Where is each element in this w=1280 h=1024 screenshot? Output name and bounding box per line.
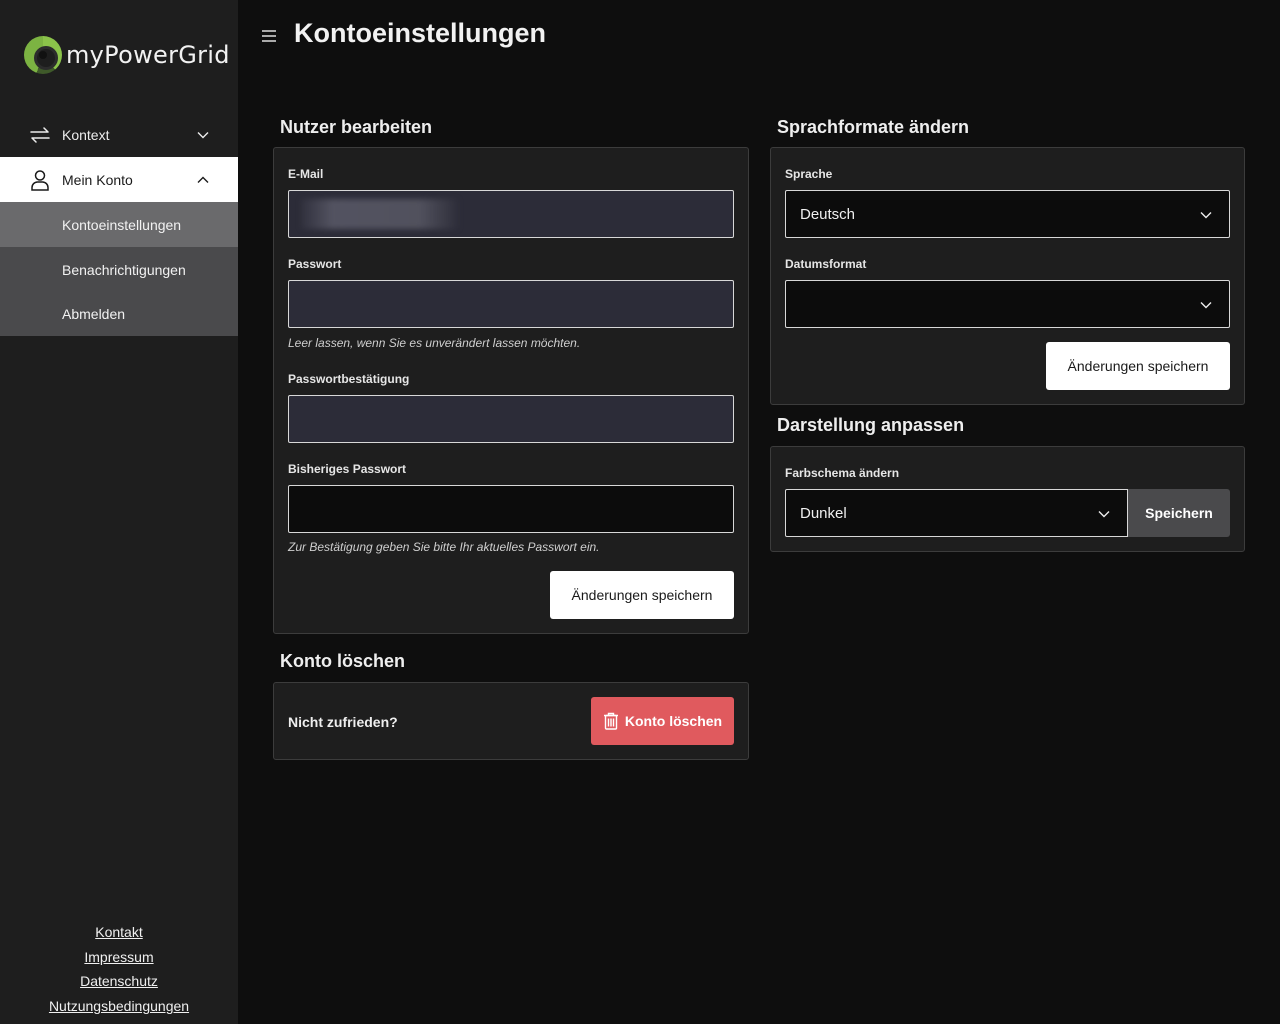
chevron-down-icon bbox=[1200, 212, 1212, 219]
color-scheme-value: Dunkel bbox=[800, 504, 847, 522]
sidebar: myPowerGrid Kontext Mein Konto Kontoeins… bbox=[0, 0, 238, 1024]
sidebar-subitem-notifications[interactable]: Benachrichtigungen bbox=[0, 247, 238, 292]
chevron-down-icon bbox=[1098, 511, 1110, 518]
language-select[interactable]: Deutsch bbox=[785, 190, 1230, 238]
footer-link-contact[interactable]: Kontakt bbox=[0, 920, 238, 945]
old-password-hint: Zur Bestätigung geben Sie bitte Ihr aktu… bbox=[288, 540, 600, 554]
sidebar-item-label: Kontext bbox=[62, 126, 110, 143]
footer-link-terms[interactable]: Nutzungsbedingungen bbox=[0, 994, 238, 1019]
date-format-label: Datumsformat bbox=[785, 257, 867, 271]
password-confirm-field[interactable] bbox=[288, 395, 734, 443]
edit-user-title: Nutzer bearbeiten bbox=[280, 117, 433, 137]
chevron-down-icon bbox=[1200, 302, 1212, 309]
appearance-card: Farbschema ändern Dunkel Speichern bbox=[770, 446, 1245, 552]
sidebar-item-account[interactable]: Mein Konto bbox=[0, 157, 238, 202]
email-label: E-Mail bbox=[288, 167, 324, 181]
save-scheme-button[interactable]: Speichern bbox=[1128, 489, 1230, 537]
redacted-email bbox=[301, 199, 459, 229]
old-password-label: Bisheriges Passwort bbox=[288, 462, 407, 476]
scheme-label: Farbschema ändern bbox=[785, 466, 900, 480]
user-icon bbox=[31, 170, 49, 191]
chevron-down-icon bbox=[197, 132, 209, 139]
password-field[interactable] bbox=[288, 280, 734, 328]
page-title: Kontoeinstellungen bbox=[294, 18, 546, 48]
sidebar-item-label: Mein Konto bbox=[62, 171, 133, 188]
language-value: Deutsch bbox=[800, 205, 856, 223]
language-card: Sprache Deutsch Datumsformat Änderungen … bbox=[770, 147, 1245, 405]
brand-logo[interactable]: myPowerGrid bbox=[24, 36, 230, 74]
language-label: Sprache bbox=[785, 167, 833, 181]
sidebar-item-context[interactable]: Kontext bbox=[0, 112, 238, 157]
old-password-field[interactable] bbox=[288, 485, 734, 533]
appearance-title: Darstellung anpassen bbox=[777, 415, 965, 435]
logo-icon bbox=[24, 36, 62, 74]
footer-link-privacy[interactable]: Datenschutz bbox=[0, 969, 238, 994]
password-confirm-label: Passwortbestätigung bbox=[288, 372, 410, 386]
sidebar-subitem-logout[interactable]: Abmelden bbox=[0, 291, 238, 336]
password-label: Passwort bbox=[288, 257, 342, 271]
delete-account-button[interactable]: Konto löschen bbox=[591, 697, 734, 745]
hamburger-icon[interactable] bbox=[261, 28, 277, 44]
brand-name: myPowerGrid bbox=[66, 41, 230, 69]
footer-links: Kontakt Impressum Datenschutz Nutzungsbe… bbox=[0, 920, 238, 1019]
delete-account-title: Konto löschen bbox=[280, 651, 405, 671]
date-format-select[interactable] bbox=[785, 280, 1230, 328]
sidebar-subitem-account-settings[interactable]: Kontoeinstellungen bbox=[0, 202, 238, 247]
delete-account-card: Nicht zufrieden? Konto löschen bbox=[273, 682, 749, 760]
color-scheme-select[interactable]: Dunkel bbox=[785, 489, 1128, 537]
edit-user-card: E-Mail Passwort Leer lassen, wenn Sie es… bbox=[273, 147, 749, 634]
save-language-button[interactable]: Änderungen speichern bbox=[1046, 342, 1230, 390]
delete-account-label: Konto löschen bbox=[624, 713, 723, 729]
delete-account-prompt: Nicht zufrieden? bbox=[288, 714, 398, 730]
swap-arrows-icon bbox=[30, 127, 50, 143]
save-user-button[interactable]: Änderungen speichern bbox=[550, 571, 734, 619]
email-field[interactable] bbox=[288, 190, 734, 238]
trash-icon bbox=[603, 712, 618, 730]
password-hint: Leer lassen, wenn Sie es unverändert las… bbox=[288, 336, 581, 350]
chevron-up-icon bbox=[197, 176, 209, 183]
language-title: Sprachformate ändern bbox=[777, 117, 970, 137]
footer-link-imprint[interactable]: Impressum bbox=[0, 945, 238, 970]
